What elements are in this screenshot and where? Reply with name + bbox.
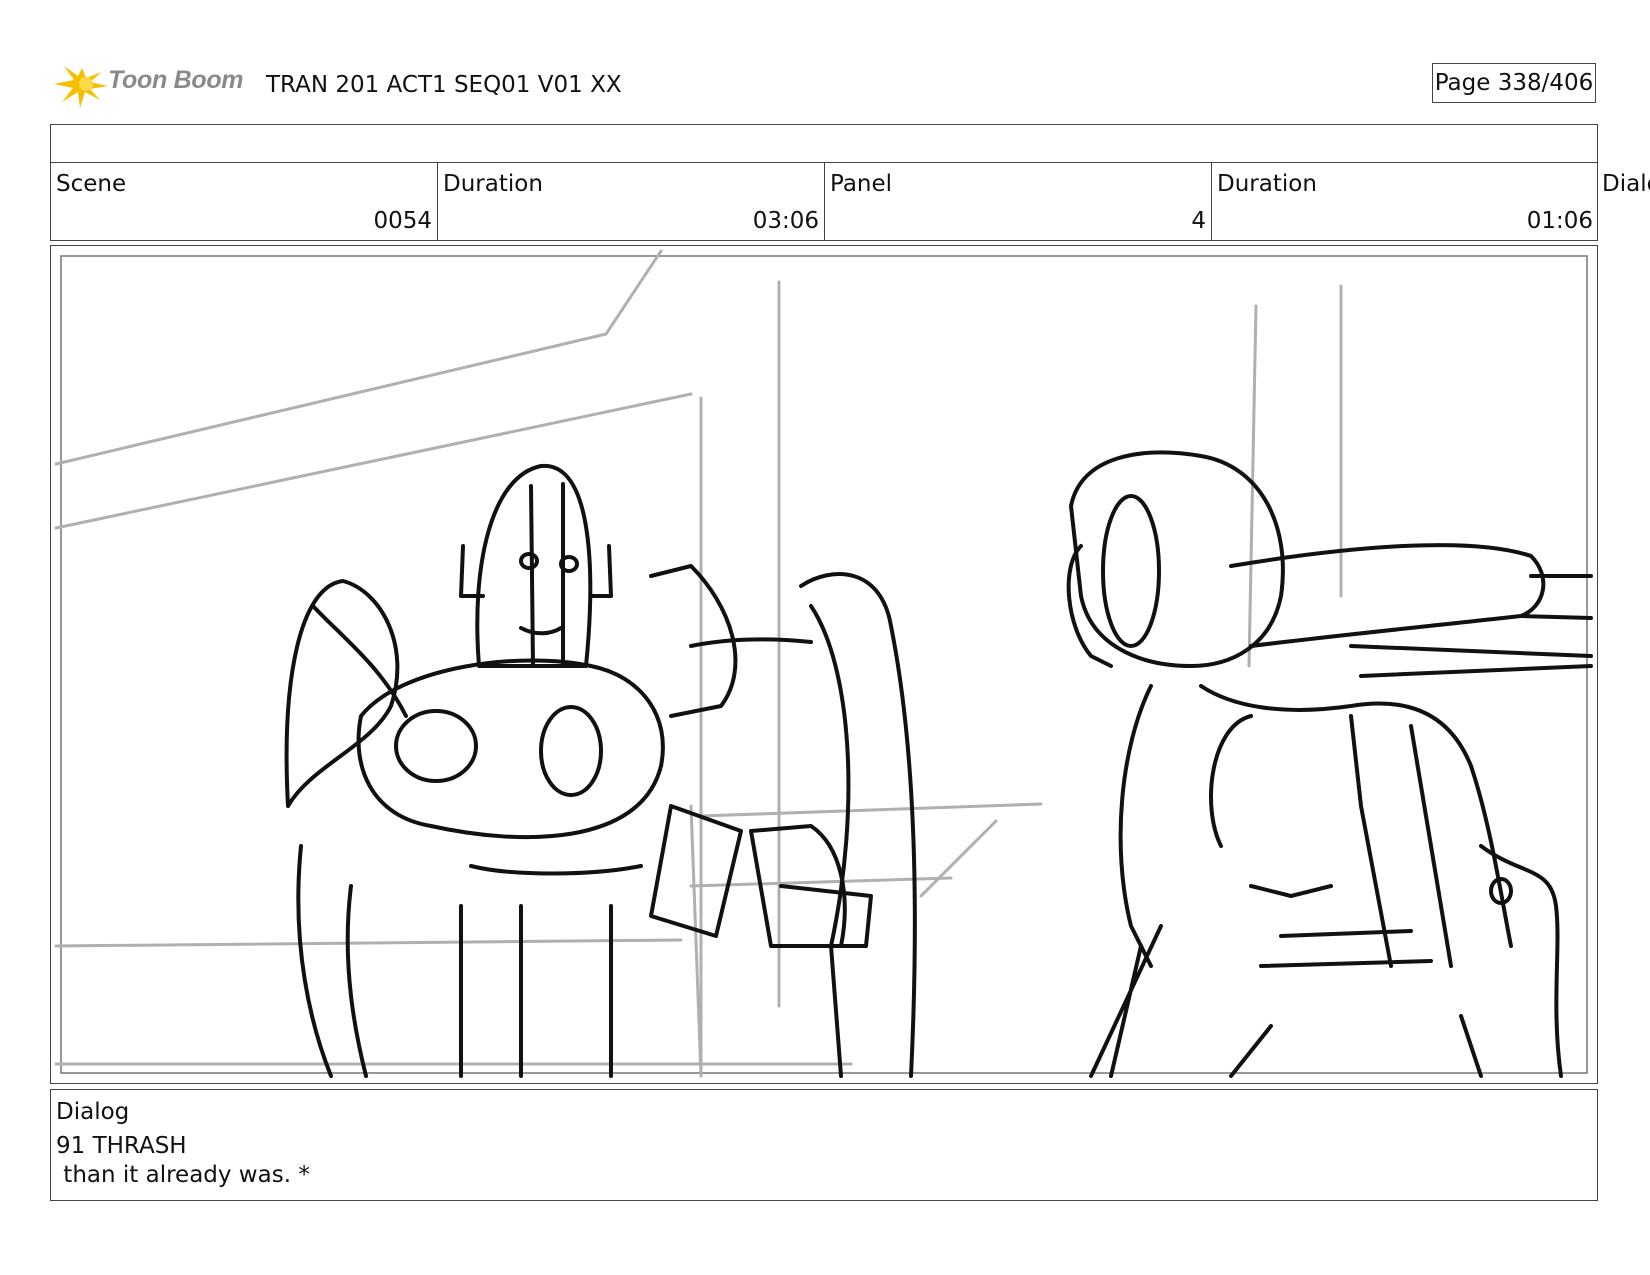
scene-cell: Scene 0054 <box>51 163 438 240</box>
page-number: Page 338/406 <box>1432 63 1596 103</box>
info-row: Scene 0054 Duration 03:06 Panel 4 Durati… <box>50 162 1598 241</box>
panel-value: 4 <box>1191 208 1206 234</box>
document-title: TRAN 201 ACT1 SEQ01 V01 XX <box>266 72 622 98</box>
duration-value: 03:06 <box>752 208 819 234</box>
panel-duration-label: Duration <box>1217 171 1317 197</box>
panel-duration-cell: Duration 01:06 <box>1212 163 1598 240</box>
dialog-line-speaker: 91 THRASH <box>56 1133 187 1159</box>
dialog-column-label-clipped: Dialo <box>1602 171 1650 197</box>
toon-boom-logo: Toon Boom <box>52 58 252 112</box>
panel-sketch <box>54 249 1593 1078</box>
duration-cell: Duration 03:06 <box>438 163 825 240</box>
dialog-label: Dialog <box>56 1099 130 1125</box>
storyboard-panel <box>50 245 1598 1084</box>
duration-label: Duration <box>443 171 543 197</box>
panel-cell: Panel 4 <box>825 163 1212 240</box>
scene-value: 0054 <box>373 208 432 234</box>
dialog-line-text: than it already was. * <box>56 1162 310 1188</box>
logo-text: Toon Boom <box>108 66 244 94</box>
header-blank-row <box>50 124 1598 163</box>
panel-duration-value: 01:06 <box>1526 208 1593 234</box>
scene-label: Scene <box>56 171 127 197</box>
dialog-box: Dialog 91 THRASH than it already was. * <box>50 1089 1598 1201</box>
panel-label: Panel <box>830 171 893 197</box>
starburst-icon <box>54 66 108 108</box>
